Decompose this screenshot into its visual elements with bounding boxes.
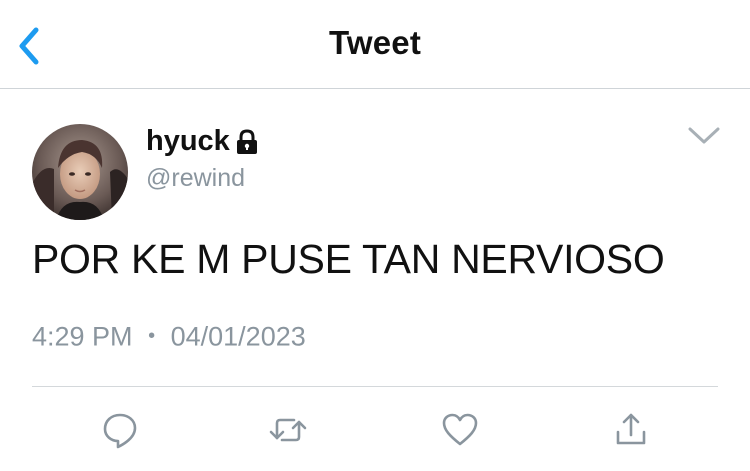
tweet-time: 4:29 PM <box>32 321 133 352</box>
share-button[interactable] <box>612 410 652 450</box>
tweet-date: 04/01/2023 <box>170 321 306 352</box>
tweet-menu-button[interactable] <box>686 124 722 148</box>
tweet-text: POR KE M PUSE TAN NERVIOSO <box>32 236 665 282</box>
navigation-header: Tweet <box>0 0 750 89</box>
timestamp-separator: • <box>148 325 156 348</box>
tweet-detail-screen: Tweet hyuck @rewind POR KE M PUSE TAN NE… <box>0 0 750 471</box>
retweet-button[interactable] <box>268 410 308 450</box>
tweet-timestamp: 4:29 PM • 04/01/2023 <box>32 320 306 352</box>
avatar[interactable] <box>32 124 128 220</box>
reply-icon <box>103 413 137 449</box>
reply-button[interactable] <box>100 410 140 450</box>
user-handle[interactable]: @rewind <box>146 164 245 193</box>
author-name-row[interactable]: hyuck <box>146 123 261 159</box>
chevron-down-icon <box>688 127 720 144</box>
avatar-photo <box>32 124 128 220</box>
lock-icon <box>236 129 257 154</box>
like-icon <box>442 413 478 446</box>
display-name[interactable]: hyuck <box>146 125 230 158</box>
share-icon <box>616 413 646 445</box>
like-button[interactable] <box>440 410 480 450</box>
divider <box>32 386 718 387</box>
page-title: Tweet <box>328 24 422 61</box>
retweet-icon <box>269 418 307 442</box>
